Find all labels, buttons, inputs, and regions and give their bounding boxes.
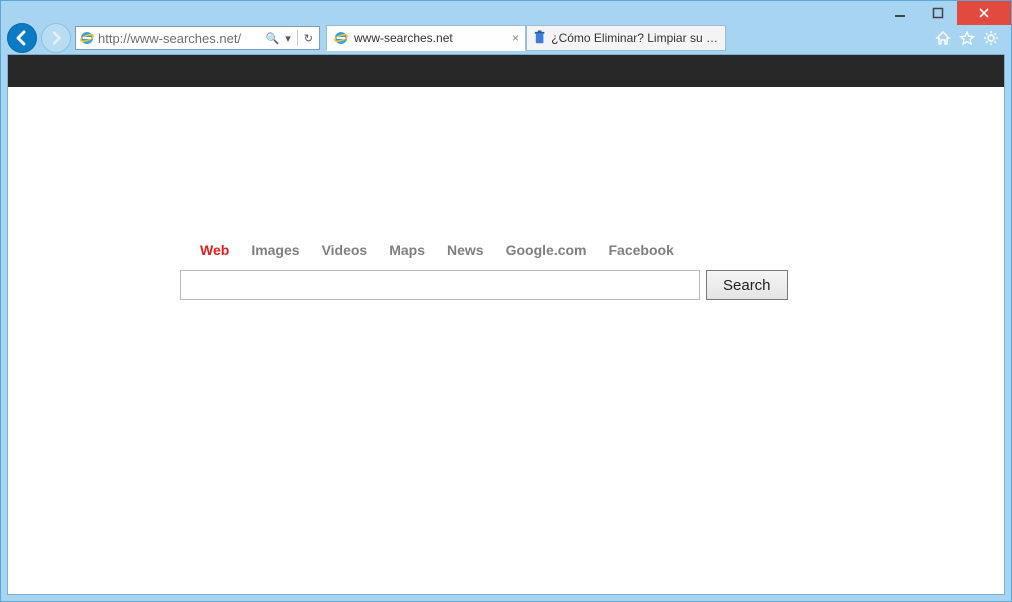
search-categories: Web Images Videos Maps News Google.com F… — [180, 242, 674, 258]
search-row: Search — [180, 270, 788, 300]
address-bar[interactable]: http://www-searches.net/ 🔍 ▾ ↻ — [75, 26, 320, 50]
toolbar-right-icons — [935, 30, 1005, 46]
home-icon[interactable] — [935, 30, 951, 46]
search-button[interactable]: Search — [706, 270, 788, 300]
tab-label: www-searches.net — [354, 31, 507, 45]
category-web[interactable]: Web — [200, 242, 229, 258]
window-titlebar — [1, 1, 1011, 25]
address-url[interactable]: http://www-searches.net/ — [98, 31, 263, 46]
trash-icon — [533, 30, 546, 46]
category-maps[interactable]: Maps — [389, 242, 425, 258]
window-minimize-button[interactable] — [881, 1, 919, 25]
refresh-icon[interactable]: ↻ — [304, 32, 313, 45]
browser-toolbar: http://www-searches.net/ 🔍 ▾ ↻ www-searc… — [1, 25, 1011, 55]
settings-gear-icon[interactable] — [983, 30, 999, 46]
address-tools: 🔍 ▾ ↻ — [266, 30, 316, 46]
page-header-bar — [8, 55, 1004, 87]
dropdown-icon[interactable]: ▾ — [285, 32, 291, 45]
browser-tab[interactable]: ¿Cómo Eliminar? Limpiar su co... — [526, 25, 726, 51]
favorites-icon[interactable] — [959, 30, 975, 46]
search-icon[interactable]: 🔍 — [266, 32, 280, 45]
search-input[interactable] — [180, 270, 700, 300]
ie-logo-icon — [333, 30, 349, 46]
window-maximize-button[interactable] — [919, 1, 957, 25]
tab-close-icon[interactable]: × — [512, 31, 519, 45]
category-images[interactable]: Images — [251, 242, 299, 258]
tab-strip: www-searches.net × ¿Cómo Eliminar? Limpi… — [326, 25, 931, 51]
page-viewport: Web Images Videos Maps News Google.com F… — [7, 54, 1005, 595]
nav-forward-button[interactable] — [41, 23, 71, 53]
search-area: Web Images Videos Maps News Google.com F… — [8, 242, 1004, 300]
nav-back-button[interactable] — [7, 23, 37, 53]
browser-tab[interactable]: www-searches.net × — [326, 25, 526, 51]
category-google[interactable]: Google.com — [506, 242, 587, 258]
tab-label: ¿Cómo Eliminar? Limpiar su co... — [551, 31, 719, 45]
category-facebook[interactable]: Facebook — [609, 242, 674, 258]
ie-logo-icon — [79, 30, 95, 46]
separator — [297, 30, 298, 46]
window-close-button[interactable] — [957, 1, 1011, 25]
category-news[interactable]: News — [447, 242, 484, 258]
category-videos[interactable]: Videos — [322, 242, 368, 258]
